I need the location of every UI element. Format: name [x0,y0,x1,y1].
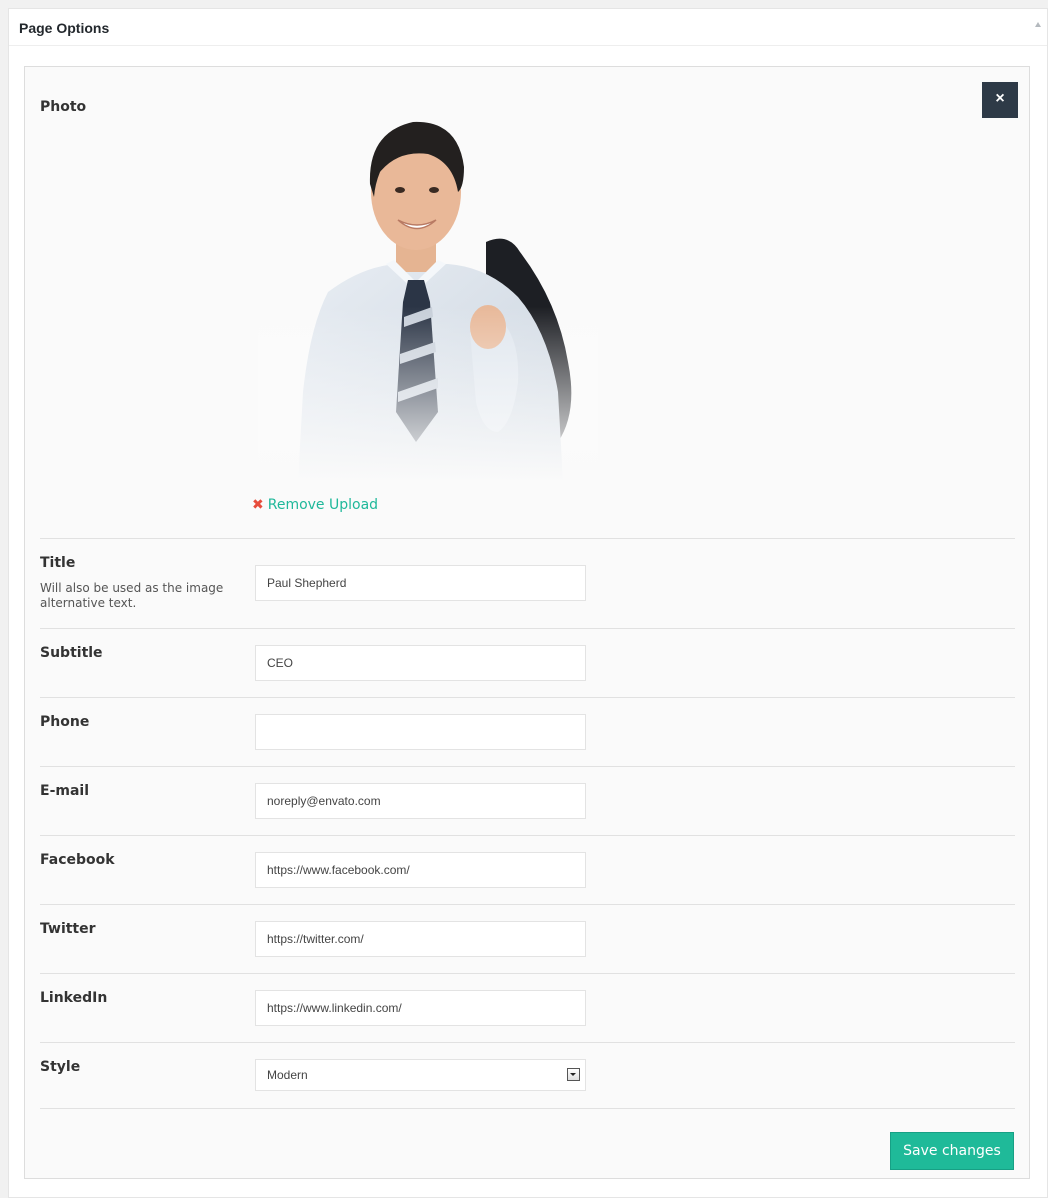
title-description: Will also be used as the image alternati… [40,581,224,610]
facebook-label: Facebook [40,852,115,868]
title-label: Title [40,555,76,571]
style-select[interactable]: Modern [255,1059,586,1091]
dropdown-arrow-icon [567,1068,580,1081]
remove-upload-link[interactable]: ✖ Remove Upload [252,497,378,513]
metabox-title: Page Options [19,20,110,36]
subtitle-row: Subtitle [40,629,1015,698]
page-options-metabox: Page Options × Photo ✖ Remove Upload Tit… [8,8,1048,1198]
options-panel: × Photo ✖ Remove Upload Title Will also … [24,66,1030,1179]
style-row: Style Modern [40,1043,1015,1109]
facebook-row: Facebook [40,836,1015,905]
phone-row: Phone [40,698,1015,767]
title-row: Title Will also be used as the image alt… [40,539,1015,629]
metabox-header[interactable]: Page Options [9,9,1047,46]
phone-label: Phone [40,714,90,730]
remove-x-icon: ✖ [252,497,264,513]
remove-upload-label: Remove Upload [267,497,379,513]
title-input[interactable] [255,565,586,601]
style-label: Style [40,1059,81,1075]
email-input[interactable] [255,783,586,819]
twitter-input[interactable] [255,921,586,957]
style-select-value: Modern [267,1068,308,1082]
email-label: E-mail [40,783,90,799]
person-photo-image [258,92,598,482]
linkedin-input[interactable] [255,990,586,1026]
subtitle-label: Subtitle [40,645,103,661]
save-changes-button[interactable]: Save changes [890,1132,1014,1170]
linkedin-row: LinkedIn [40,974,1015,1043]
phone-input[interactable] [255,714,586,750]
linkedin-label: LinkedIn [40,990,108,1006]
email-row: E-mail [40,767,1015,836]
facebook-input[interactable] [255,852,586,888]
subtitle-input[interactable] [255,645,586,681]
twitter-label: Twitter [40,921,96,937]
twitter-row: Twitter [40,905,1015,974]
photo-row: Photo ✖ Remove Upload [40,67,1015,539]
photo-label: Photo [40,99,87,115]
collapse-toggle-icon[interactable] [1035,22,1041,27]
photo-preview [258,92,598,482]
